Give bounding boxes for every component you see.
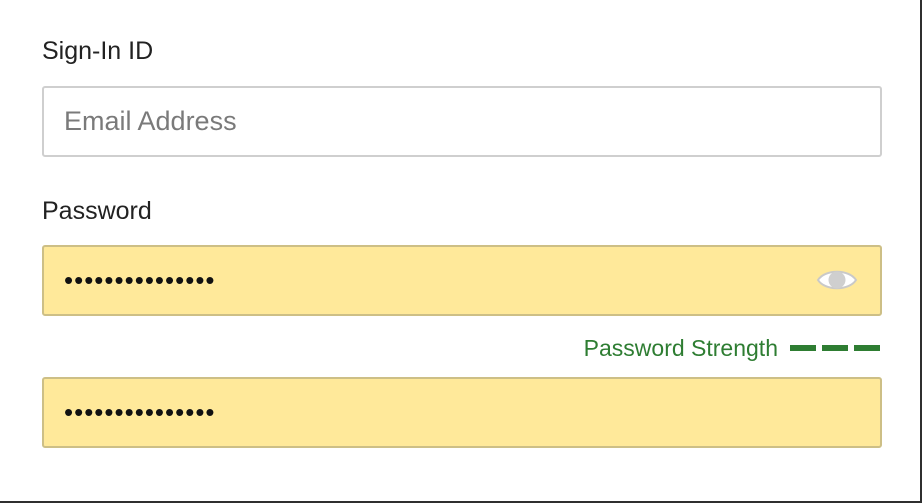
signin-id-label: Sign-In ID (42, 37, 154, 65)
email-field[interactable] (42, 86, 882, 157)
eye-icon[interactable] (816, 264, 858, 296)
password-label: Password (42, 197, 152, 225)
strength-bar (854, 345, 880, 351)
password-strength-label: Password Strength (583, 334, 778, 361)
signin-form: Sign-In ID Password Password Strength (0, 0, 922, 503)
confirm-password-field[interactable] (42, 377, 882, 448)
strength-bar (790, 345, 816, 351)
password-strength-meter (790, 345, 880, 351)
password-strength: Password Strength (584, 333, 880, 363)
password-field[interactable] (42, 245, 882, 316)
strength-bar (822, 345, 848, 351)
